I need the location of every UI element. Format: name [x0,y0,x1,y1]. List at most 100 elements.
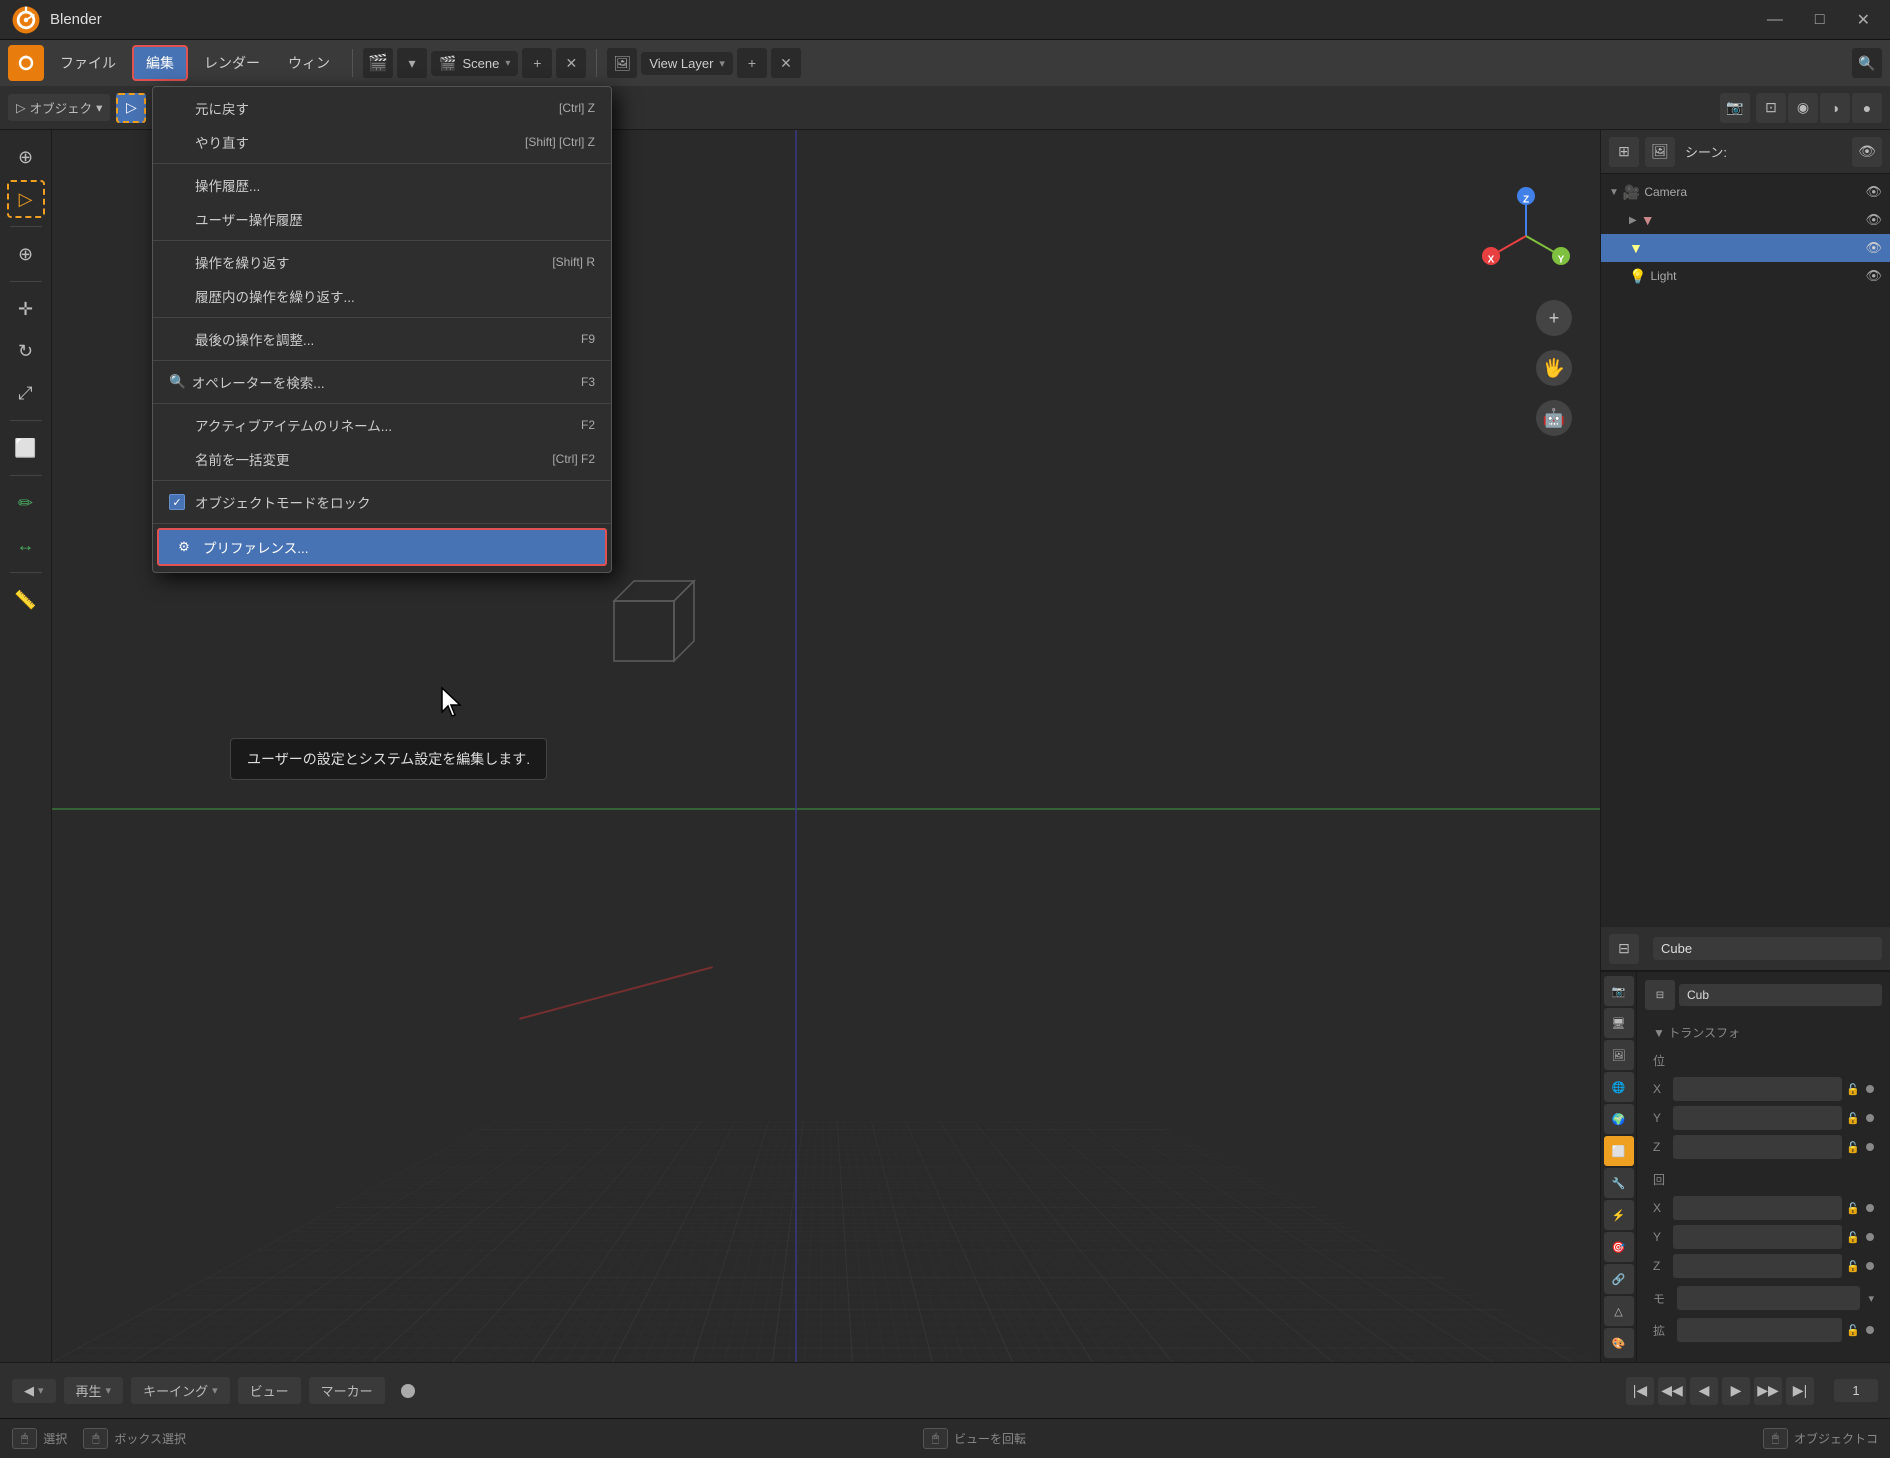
render-props-btn[interactable]: 📷 [1604,976,1634,1006]
pos-y-field[interactable] [1673,1106,1842,1130]
rot-y-field[interactable] [1673,1225,1842,1249]
operator-search-item[interactable]: 🔍 オペレーターを検索... F3 [153,365,611,399]
close-button[interactable]: ✕ [1849,8,1878,32]
pos-z-lock[interactable]: 🔓 [1846,1141,1860,1154]
viewlayer-icon[interactable]: 🖼 [607,48,637,78]
viewlayer-selector[interactable]: View Layer ▾ [641,52,733,75]
outliner-eye-btn[interactable]: 👁 [1852,137,1882,167]
marker-btn[interactable]: マーカー [309,1377,385,1404]
next-frame-btn[interactable]: ▶▶ [1754,1377,1782,1405]
rot-z-lock[interactable]: 🔓 [1846,1260,1860,1273]
user-history-item[interactable]: ユーザー操作履歴 [153,202,611,236]
modifier-props-btn[interactable]: 🔧 [1604,1168,1634,1198]
jump-end-btn[interactable]: ▶| [1786,1377,1814,1405]
redo-item[interactable]: やり直す [Shift] [Ctrl] Z [153,125,611,159]
physics-props-btn[interactable]: 🎯 [1604,1232,1634,1262]
keying-btn[interactable]: キーイング ▾ [131,1377,230,1404]
object-props-btn[interactable]: ⬜ [1604,1136,1634,1166]
scene-props-btn[interactable]: 🌐 [1604,1072,1634,1102]
undo-history-item[interactable]: 操作履歴... [153,168,611,202]
snap-cursor-btn[interactable]: ⊕ [7,138,45,176]
scale-dropdown[interactable] [1677,1286,1860,1310]
view-btn[interactable]: ビュー [238,1377,301,1404]
outliner-camera[interactable]: ▶ ▼ 👁 [1601,206,1890,234]
rename-active-item[interactable]: アクティブアイテムのリネーム... F2 [153,408,611,442]
rot-x-lock[interactable]: 🔓 [1846,1202,1860,1215]
undo-item[interactable]: 元に戻す [Ctrl] Z [153,91,611,125]
lock-mode-checkbox[interactable]: ✓ [169,494,185,510]
solid-btn[interactable]: ◉ [1788,93,1818,123]
scene-remove-btn[interactable]: ✕ [556,48,586,78]
transform-btn[interactable]: ⬜ [7,429,45,467]
outliner-active-item[interactable]: ▼ 👁 [1601,234,1890,262]
output-props-btn[interactable]: 🖥 [1604,1008,1634,1038]
camera-view-btn[interactable]: 📷 [1720,93,1750,123]
play-btn[interactable]: ▶ [1722,1377,1750,1405]
outliner-type-btn[interactable]: 🖼 [1645,137,1675,167]
pan-btn[interactable]: 🤖 [1536,400,1572,436]
file-menu[interactable]: ファイル [48,47,128,79]
viewlayer-remove-btn[interactable]: ✕ [771,48,801,78]
edit-menu[interactable]: 編集 [132,45,188,81]
window-menu[interactable]: ウィン [276,47,342,79]
data-props-btn[interactable]: △ [1604,1296,1634,1326]
blender-menu-button[interactable] [8,45,44,81]
view-layer-props-btn[interactable]: 🖼 [1604,1040,1634,1070]
adjust-last-item[interactable]: 最後の操作を調整... F9 [153,322,611,356]
mode-selector[interactable]: ▷ オブジェク ▾ [8,94,110,121]
scene-add-btn[interactable]: + [522,48,552,78]
expand-field[interactable] [1677,1318,1842,1342]
prev-keyframe-btn[interactable]: ◀◀ [1658,1377,1686,1405]
outliner-light[interactable]: 💡 Light 👁 [1601,262,1890,290]
outliner-layout-btn[interactable]: ⊞ [1609,137,1639,167]
rot-x-field[interactable] [1673,1196,1842,1220]
search-button[interactable]: 🔍 [1852,48,1882,78]
ruler-btn[interactable]: 📏 [7,581,45,619]
lm-btn[interactable]: ◑ [1820,93,1850,123]
repeat-last-item[interactable]: 操作を繰り返す [Shift] R [153,245,611,279]
render-btn[interactable]: ● [1852,93,1882,123]
active-item-eye[interactable]: 👁 [1865,240,1882,256]
light-eye-icon[interactable]: 👁 [1865,268,1882,284]
scene-arrow[interactable]: ▾ [397,48,427,78]
nav-left-btn[interactable]: ◀ ▾ [12,1379,56,1403]
playback-btn[interactable]: 再生 ▾ [64,1377,124,1404]
rot-y-lock[interactable]: 🔓 [1846,1231,1860,1244]
minimize-button[interactable]: — [1759,8,1791,32]
batch-rename-item[interactable]: 名前を一括変更 [Ctrl] F2 [153,442,611,476]
pos-z-field[interactable] [1673,1135,1842,1159]
prev-frame-btn[interactable]: ◀ [1690,1377,1718,1405]
wireframe-btn[interactable]: ⊡ [1756,93,1786,123]
preferences-item[interactable]: ⚙ プリファレンス... [157,528,607,566]
lock-mode-item[interactable]: ✓ オブジェクトモードをロック [153,485,611,519]
cursor-btn[interactable]: ⊕ [7,235,45,273]
repeat-history-item[interactable]: 履歴内の操作を繰り返す... [153,279,611,313]
frame-counter[interactable]: 1 [1834,1379,1878,1402]
scale-btn[interactable]: ⤢ [7,374,45,412]
object-name-field[interactable]: Cub [1679,984,1882,1006]
layout2-icon-btn[interactable]: ⊟ [1645,980,1675,1010]
eye-icon[interactable]: 👁 [1865,184,1882,200]
annotate-btn[interactable]: ✏ [7,484,45,522]
pos-y-lock[interactable]: 🔓 [1846,1112,1860,1125]
zoom-out-btn[interactable]: 🖐 [1536,350,1572,386]
render-menu[interactable]: レンダー [192,47,272,79]
pos-x-lock[interactable]: 🔓 [1846,1083,1860,1096]
select-tool-btn[interactable]: ▷ [116,93,146,123]
outliner-collection[interactable]: ▼ 🎥 Camera 👁 [1601,178,1890,206]
layout-icon-btn[interactable]: ⊟ [1609,934,1639,964]
rot-z-field[interactable] [1673,1254,1842,1278]
jump-start-btn[interactable]: |◀ [1626,1377,1654,1405]
scene-type-icon[interactable]: 🎬 [363,48,393,78]
rotate-btn[interactable]: ↻ [7,332,45,370]
particles-props-btn[interactable]: ⚡ [1604,1200,1634,1230]
maximize-button[interactable]: □ [1807,8,1833,32]
pos-x-field[interactable] [1673,1077,1842,1101]
constraints-props-btn[interactable]: 🔗 [1604,1264,1634,1294]
scene-selector[interactable]: 🎬 Scene ▾ [431,51,518,76]
viewlayer-add-btn[interactable]: + [737,48,767,78]
select-btn[interactable]: ▷ [7,180,45,218]
world-props-btn[interactable]: 🌍 [1604,1104,1634,1134]
move-btn[interactable]: ✛ [7,290,45,328]
zoom-in-btn[interactable]: + [1536,300,1572,336]
